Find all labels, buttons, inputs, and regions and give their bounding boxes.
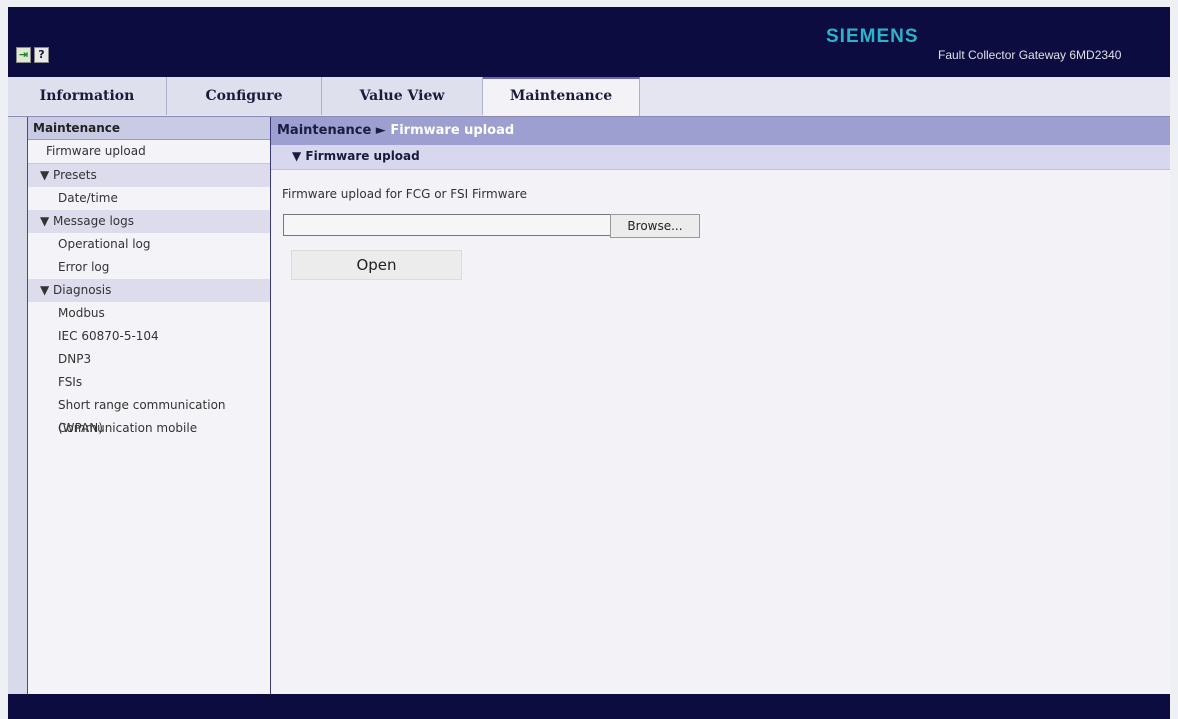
exit-icon[interactable]: ⇥ [16, 47, 31, 63]
main-tabs: Information Configure Value View Mainten… [8, 77, 1170, 117]
sidebar-item-modbus[interactable]: Modbus [28, 302, 270, 325]
sidebar-item-iec-60870[interactable]: IEC 60870-5-104 [28, 325, 270, 348]
sidebar-group-diagnosis[interactable]: ▼ Diagnosis [28, 279, 270, 302]
sidebar-item-firmware-upload[interactable]: Firmware upload [28, 140, 270, 164]
sidebar-group-message-logs[interactable]: ▼ Message logs [28, 210, 270, 233]
sidebar-item-date-time[interactable]: Date/time [28, 187, 270, 210]
sidebar-item-error-log[interactable]: Error log [28, 256, 270, 279]
sidebar-item-communication-mobile[interactable]: Communication mobile [28, 417, 270, 440]
sidebar-item-wpan[interactable]: Short range communication (WPAN) [28, 394, 270, 435]
upload-description: Firmware upload for FCG or FSI Firmware [282, 187, 527, 201]
brand-logo: SIEMENS [826, 26, 919, 47]
footer-bar [8, 694, 1170, 719]
breadcrumb-current: Firmware upload [390, 123, 515, 138]
tab-value-view[interactable]: Value View [322, 77, 483, 115]
tab-maintenance[interactable]: Maintenance [483, 77, 640, 116]
breadcrumb: Maintenance ► Firmware upload [271, 117, 1170, 145]
sidebar: Maintenance Firmware upload ▼ Presets Da… [28, 117, 271, 694]
tab-information[interactable]: Information [8, 77, 167, 115]
sidebar-item-dnp3[interactable]: DNP3 [28, 348, 270, 371]
sidebar-item-operational-log[interactable]: Operational log [28, 233, 270, 256]
header-icons: ⇥ ? [16, 47, 49, 63]
help-icon[interactable]: ? [34, 47, 49, 63]
left-strip [8, 117, 28, 694]
tab-configure[interactable]: Configure [167, 77, 322, 115]
main-content: Maintenance ► Firmware upload ▼ Firmware… [271, 117, 1170, 694]
sidebar-title: Maintenance [28, 117, 270, 140]
header-bar: ⇥ ? SIEMENS Fault Collector Gateway 6MD2… [8, 7, 1170, 77]
breadcrumb-parent[interactable]: Maintenance [277, 123, 371, 138]
open-button[interactable]: Open [291, 250, 462, 280]
file-path-input[interactable] [283, 214, 610, 236]
breadcrumb-arrow-icon: ► [375, 123, 386, 138]
product-name: Fault Collector Gateway 6MD2340 [938, 48, 1122, 62]
browse-button[interactable]: Browse... [610, 214, 700, 238]
section-header[interactable]: ▼ Firmware upload [271, 145, 1170, 170]
sidebar-item-fsis[interactable]: FSIs [28, 371, 270, 394]
sidebar-group-presets[interactable]: ▼ Presets [28, 164, 270, 187]
